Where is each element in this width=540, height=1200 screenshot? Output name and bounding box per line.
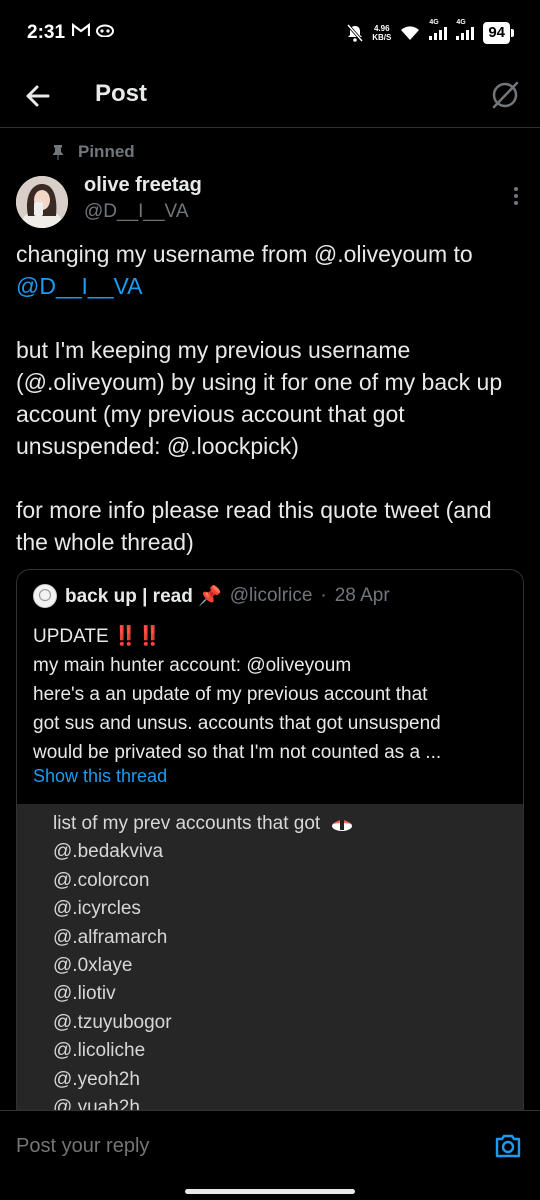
image-list-item: @.alframarch: [53, 926, 168, 948]
reply-input[interactable]: [16, 1135, 436, 1158]
pinned-indicator: Pinned: [52, 142, 135, 162]
image-list-item: @.colorcon: [53, 869, 150, 891]
tweet-paragraph-3: for more info please read this quote twe…: [16, 497, 492, 555]
image-list-item: @.bedakviva: [53, 841, 164, 863]
app-notification-icon: [96, 24, 114, 37]
quote-line: would be privated so that I'm not counte…: [33, 742, 442, 763]
status-time: 2:31: [27, 22, 66, 43]
image-list-title: list of my prev accounts that got: [53, 813, 321, 834]
image-list-item: @.icyrcles: [53, 898, 141, 920]
grok-icon[interactable]: [488, 78, 522, 112]
quote-date: 28 Apr: [334, 585, 390, 606]
image-list-item: @.tzuyubogor: [53, 1011, 172, 1033]
image-list-item: @.licoliche: [53, 1040, 146, 1062]
quote-header: back up | read 📌 @licolrice · 28 Apr: [33, 584, 390, 608]
avatar-image: [16, 176, 68, 228]
battery-indicator: 94: [483, 22, 514, 44]
image-list-item: @.liotiv: [53, 983, 116, 1005]
gmail-icon: [72, 23, 90, 36]
more-options-icon[interactable]: [510, 186, 522, 206]
wifi-icon: [401, 26, 420, 40]
image-list-item: @.yeoh2h: [53, 1068, 140, 1090]
network-speed: 4.96 KB/S: [372, 24, 392, 42]
sushi-icon: [332, 819, 353, 831]
quote-separator: ·: [320, 585, 327, 606]
quote-avatar: [33, 584, 57, 608]
home-indicator[interactable]: [185, 1189, 355, 1194]
quote-image[interactable]: list of my prev accounts that got @.beda…: [17, 804, 523, 1128]
pin-icon: [53, 145, 63, 160]
cellular-signal-icon-2: 4G: [456, 19, 475, 40]
tweet-line-1: changing my username from @.oliveyoum to: [16, 241, 473, 267]
top-navigation: Post: [0, 66, 540, 128]
tweet-text: changing my username from @.oliveyoum to…: [16, 238, 526, 558]
image-list-item: @.0xlaye: [53, 955, 133, 977]
back-arrow-icon[interactable]: [20, 78, 56, 114]
image-account-list: list of my prev accounts that got @.beda…: [53, 810, 353, 1122]
reply-bar: [0, 1110, 540, 1200]
quote-author-handle: @licolrice: [229, 585, 313, 606]
status-bar: 2:31 4.96 KB/S 4G 4G 94: [0, 0, 540, 66]
author-handle[interactable]: @D__I__VA: [84, 201, 189, 223]
show-thread-link[interactable]: Show this thread: [33, 766, 167, 787]
quote-line: UPDATE ‼️‼️: [33, 626, 162, 647]
pinned-label: Pinned: [78, 142, 135, 161]
author-name[interactable]: olive freetag: [84, 174, 202, 197]
quote-text: UPDATE ‼️‼️ my main hunter account: @oli…: [33, 622, 513, 767]
quote-line: got sus and unsus. accounts that got uns…: [33, 713, 441, 734]
mute-bell-icon: [347, 24, 364, 42]
quote-tweet-card[interactable]: back up | read 📌 @licolrice · 28 Apr UPD…: [16, 569, 524, 1129]
quote-author-name: back up | read 📌: [65, 586, 222, 607]
page-title: Post: [95, 80, 148, 107]
camera-icon[interactable]: [494, 1133, 522, 1159]
quote-line: my main hunter account: @oliveyoum: [33, 655, 352, 676]
avatar[interactable]: [16, 176, 68, 228]
cellular-signal-icon: 4G: [429, 19, 448, 40]
tweet-paragraph-2: but I'm keeping my previous username (@.…: [16, 337, 503, 459]
quote-line: here's a an update of my previous accoun…: [33, 684, 428, 705]
mention-link[interactable]: @D__I__VA: [16, 273, 143, 299]
